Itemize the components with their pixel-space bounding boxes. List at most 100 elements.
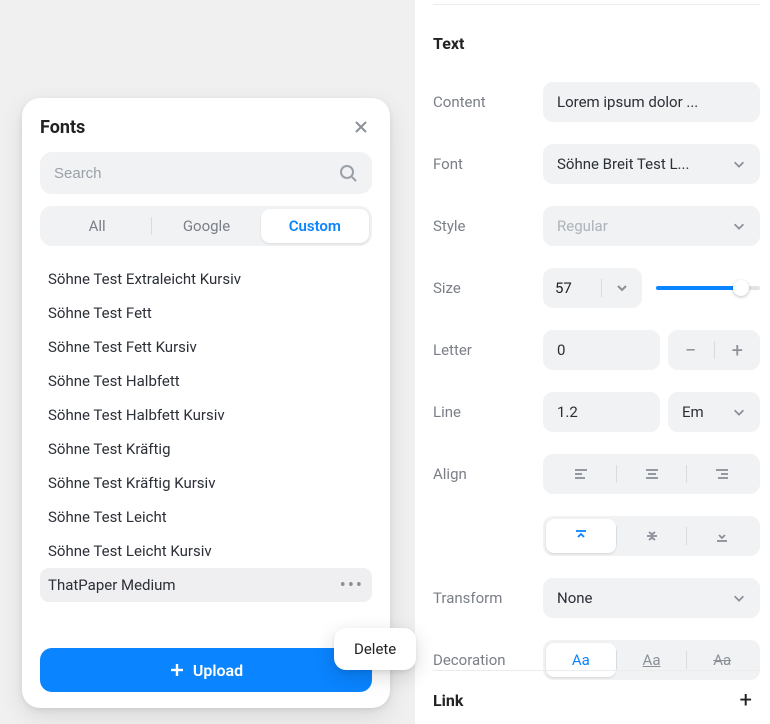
close-button[interactable] bbox=[350, 116, 372, 138]
letter-increment[interactable]: + bbox=[715, 338, 761, 362]
size-value: 57 bbox=[555, 279, 572, 297]
font-source-tabs: All Google Custom bbox=[40, 206, 372, 246]
row-align-h: Align bbox=[433, 454, 770, 494]
style-value: Regular bbox=[557, 217, 608, 235]
row-font: Font Söhne Breit Test L... bbox=[433, 144, 770, 184]
decoration-strike-button[interactable]: Aa bbox=[687, 643, 757, 677]
font-value: Söhne Breit Test L... bbox=[557, 155, 689, 173]
line-unit-select[interactable]: Em bbox=[668, 392, 760, 432]
section-title-text: Text bbox=[433, 34, 464, 53]
row-align-v bbox=[433, 516, 770, 556]
label-letter: Letter bbox=[433, 341, 543, 359]
decoration-none-label: Aa bbox=[572, 651, 590, 669]
valign-group bbox=[543, 516, 760, 556]
font-item[interactable]: Söhne Test Leicht Kursiv bbox=[40, 534, 372, 568]
halign-group bbox=[543, 454, 760, 494]
line-input[interactable]: 1.2 bbox=[543, 392, 660, 432]
plus-icon: + bbox=[740, 688, 752, 713]
font-item-label: ThatPaper Medium bbox=[48, 576, 176, 594]
font-item-label: Söhne Test Fett Kursiv bbox=[48, 338, 197, 356]
slider-thumb[interactable] bbox=[733, 280, 749, 296]
font-item-label: Söhne Test Kräftig bbox=[48, 440, 171, 458]
font-item[interactable]: Söhne Test Kräftig bbox=[40, 432, 372, 466]
chevron-down-icon bbox=[732, 157, 746, 171]
row-style: Style Regular bbox=[433, 206, 770, 246]
font-item[interactable]: Söhne Test Halbfett bbox=[40, 364, 372, 398]
font-select[interactable]: Söhne Breit Test L... bbox=[543, 144, 760, 184]
more-options-button[interactable]: ••• bbox=[340, 575, 364, 596]
font-item-selected[interactable]: ThatPaper Medium ••• bbox=[40, 568, 372, 602]
line-value: 1.2 bbox=[557, 403, 578, 421]
align-right-icon bbox=[714, 466, 730, 482]
transform-value: None bbox=[557, 589, 593, 607]
label-transform: Transform bbox=[433, 589, 543, 607]
search-field[interactable] bbox=[40, 152, 372, 194]
row-size: Size 57 bbox=[433, 268, 770, 308]
valign-bottom-button[interactable] bbox=[687, 519, 757, 553]
style-select[interactable]: Regular bbox=[543, 206, 760, 246]
decoration-none-button[interactable]: Aa bbox=[546, 643, 616, 677]
label-font: Font bbox=[433, 155, 543, 173]
link-section-header[interactable]: Link + bbox=[433, 688, 752, 713]
font-list: Söhne Test Extraleicht Kursiv Söhne Test… bbox=[40, 262, 372, 634]
letter-input[interactable]: 0 bbox=[543, 330, 660, 370]
letter-decrement[interactable]: − bbox=[668, 338, 714, 362]
chevron-down-icon bbox=[732, 405, 746, 419]
font-item-label: Söhne Test Leicht Kursiv bbox=[48, 542, 212, 560]
valign-top-button[interactable] bbox=[546, 519, 616, 553]
decoration-underline-button[interactable]: Aa bbox=[617, 643, 687, 677]
row-decoration: Decoration Aa Aa Aa bbox=[433, 640, 770, 680]
transform-select[interactable]: None bbox=[543, 578, 760, 618]
chevron-down-icon bbox=[614, 280, 630, 296]
divider bbox=[433, 670, 760, 671]
tab-google[interactable]: Google bbox=[152, 209, 260, 243]
row-content: Content Lorem ipsum dolor ... bbox=[433, 82, 770, 122]
delete-popover[interactable]: Delete bbox=[334, 628, 416, 670]
fonts-panel: Fonts All Google Custom Söhne Test Extra… bbox=[22, 98, 390, 708]
label-line: Line bbox=[433, 403, 543, 421]
decoration-group: Aa Aa Aa bbox=[543, 640, 760, 680]
font-item[interactable]: Söhne Test Fett bbox=[40, 296, 372, 330]
letter-value: 0 bbox=[557, 341, 565, 359]
plus-icon bbox=[169, 662, 185, 678]
divider bbox=[433, 4, 760, 5]
label-size: Size bbox=[433, 279, 543, 297]
decoration-strike-label: Aa bbox=[713, 651, 731, 669]
content-field[interactable]: Lorem ipsum dolor ... bbox=[543, 82, 760, 122]
font-item[interactable]: Söhne Test Fett Kursiv bbox=[40, 330, 372, 364]
tab-custom[interactable]: Custom bbox=[261, 209, 369, 243]
size-input[interactable]: 57 bbox=[543, 268, 601, 308]
text-inspector-panel: Text Content Lorem ipsum dolor ... Font … bbox=[415, 0, 770, 724]
chevron-down-icon bbox=[732, 591, 746, 605]
font-item[interactable]: Söhne Test Extraleicht Kursiv bbox=[40, 262, 372, 296]
row-letter: Letter 0 − + bbox=[433, 330, 770, 370]
align-left-button[interactable] bbox=[546, 457, 616, 491]
upload-label: Upload bbox=[193, 661, 243, 680]
size-stepper[interactable] bbox=[602, 268, 642, 308]
letter-stepper: − + bbox=[668, 330, 760, 370]
font-item[interactable]: Söhne Test Leicht bbox=[40, 500, 372, 534]
label-decoration: Decoration bbox=[433, 651, 543, 669]
upload-button[interactable]: Upload bbox=[40, 648, 372, 692]
tab-all[interactable]: All bbox=[43, 209, 151, 243]
align-right-button[interactable] bbox=[687, 457, 757, 491]
align-center-button[interactable] bbox=[617, 457, 687, 491]
delete-label: Delete bbox=[354, 640, 396, 658]
fonts-title: Fonts bbox=[40, 117, 85, 138]
content-value: Lorem ipsum dolor ... bbox=[557, 93, 698, 111]
font-item-label: Söhne Test Fett bbox=[48, 304, 152, 322]
decoration-underline-label: Aa bbox=[643, 651, 661, 669]
font-item-label: Söhne Test Leicht bbox=[48, 508, 167, 526]
label-align: Align bbox=[433, 465, 543, 483]
font-item[interactable]: Söhne Test Kräftig Kursiv bbox=[40, 466, 372, 500]
font-item-label: Söhne Test Extraleicht Kursiv bbox=[48, 270, 241, 288]
row-line: Line 1.2 Em bbox=[433, 392, 770, 432]
search-input[interactable] bbox=[54, 165, 338, 182]
valign-bottom-icon bbox=[714, 528, 730, 544]
valign-middle-button[interactable] bbox=[617, 519, 687, 553]
valign-middle-icon bbox=[644, 528, 660, 544]
label-content: Content bbox=[433, 93, 543, 111]
close-icon bbox=[354, 120, 368, 134]
font-item[interactable]: Söhne Test Halbfett Kursiv bbox=[40, 398, 372, 432]
size-slider[interactable] bbox=[656, 268, 760, 308]
